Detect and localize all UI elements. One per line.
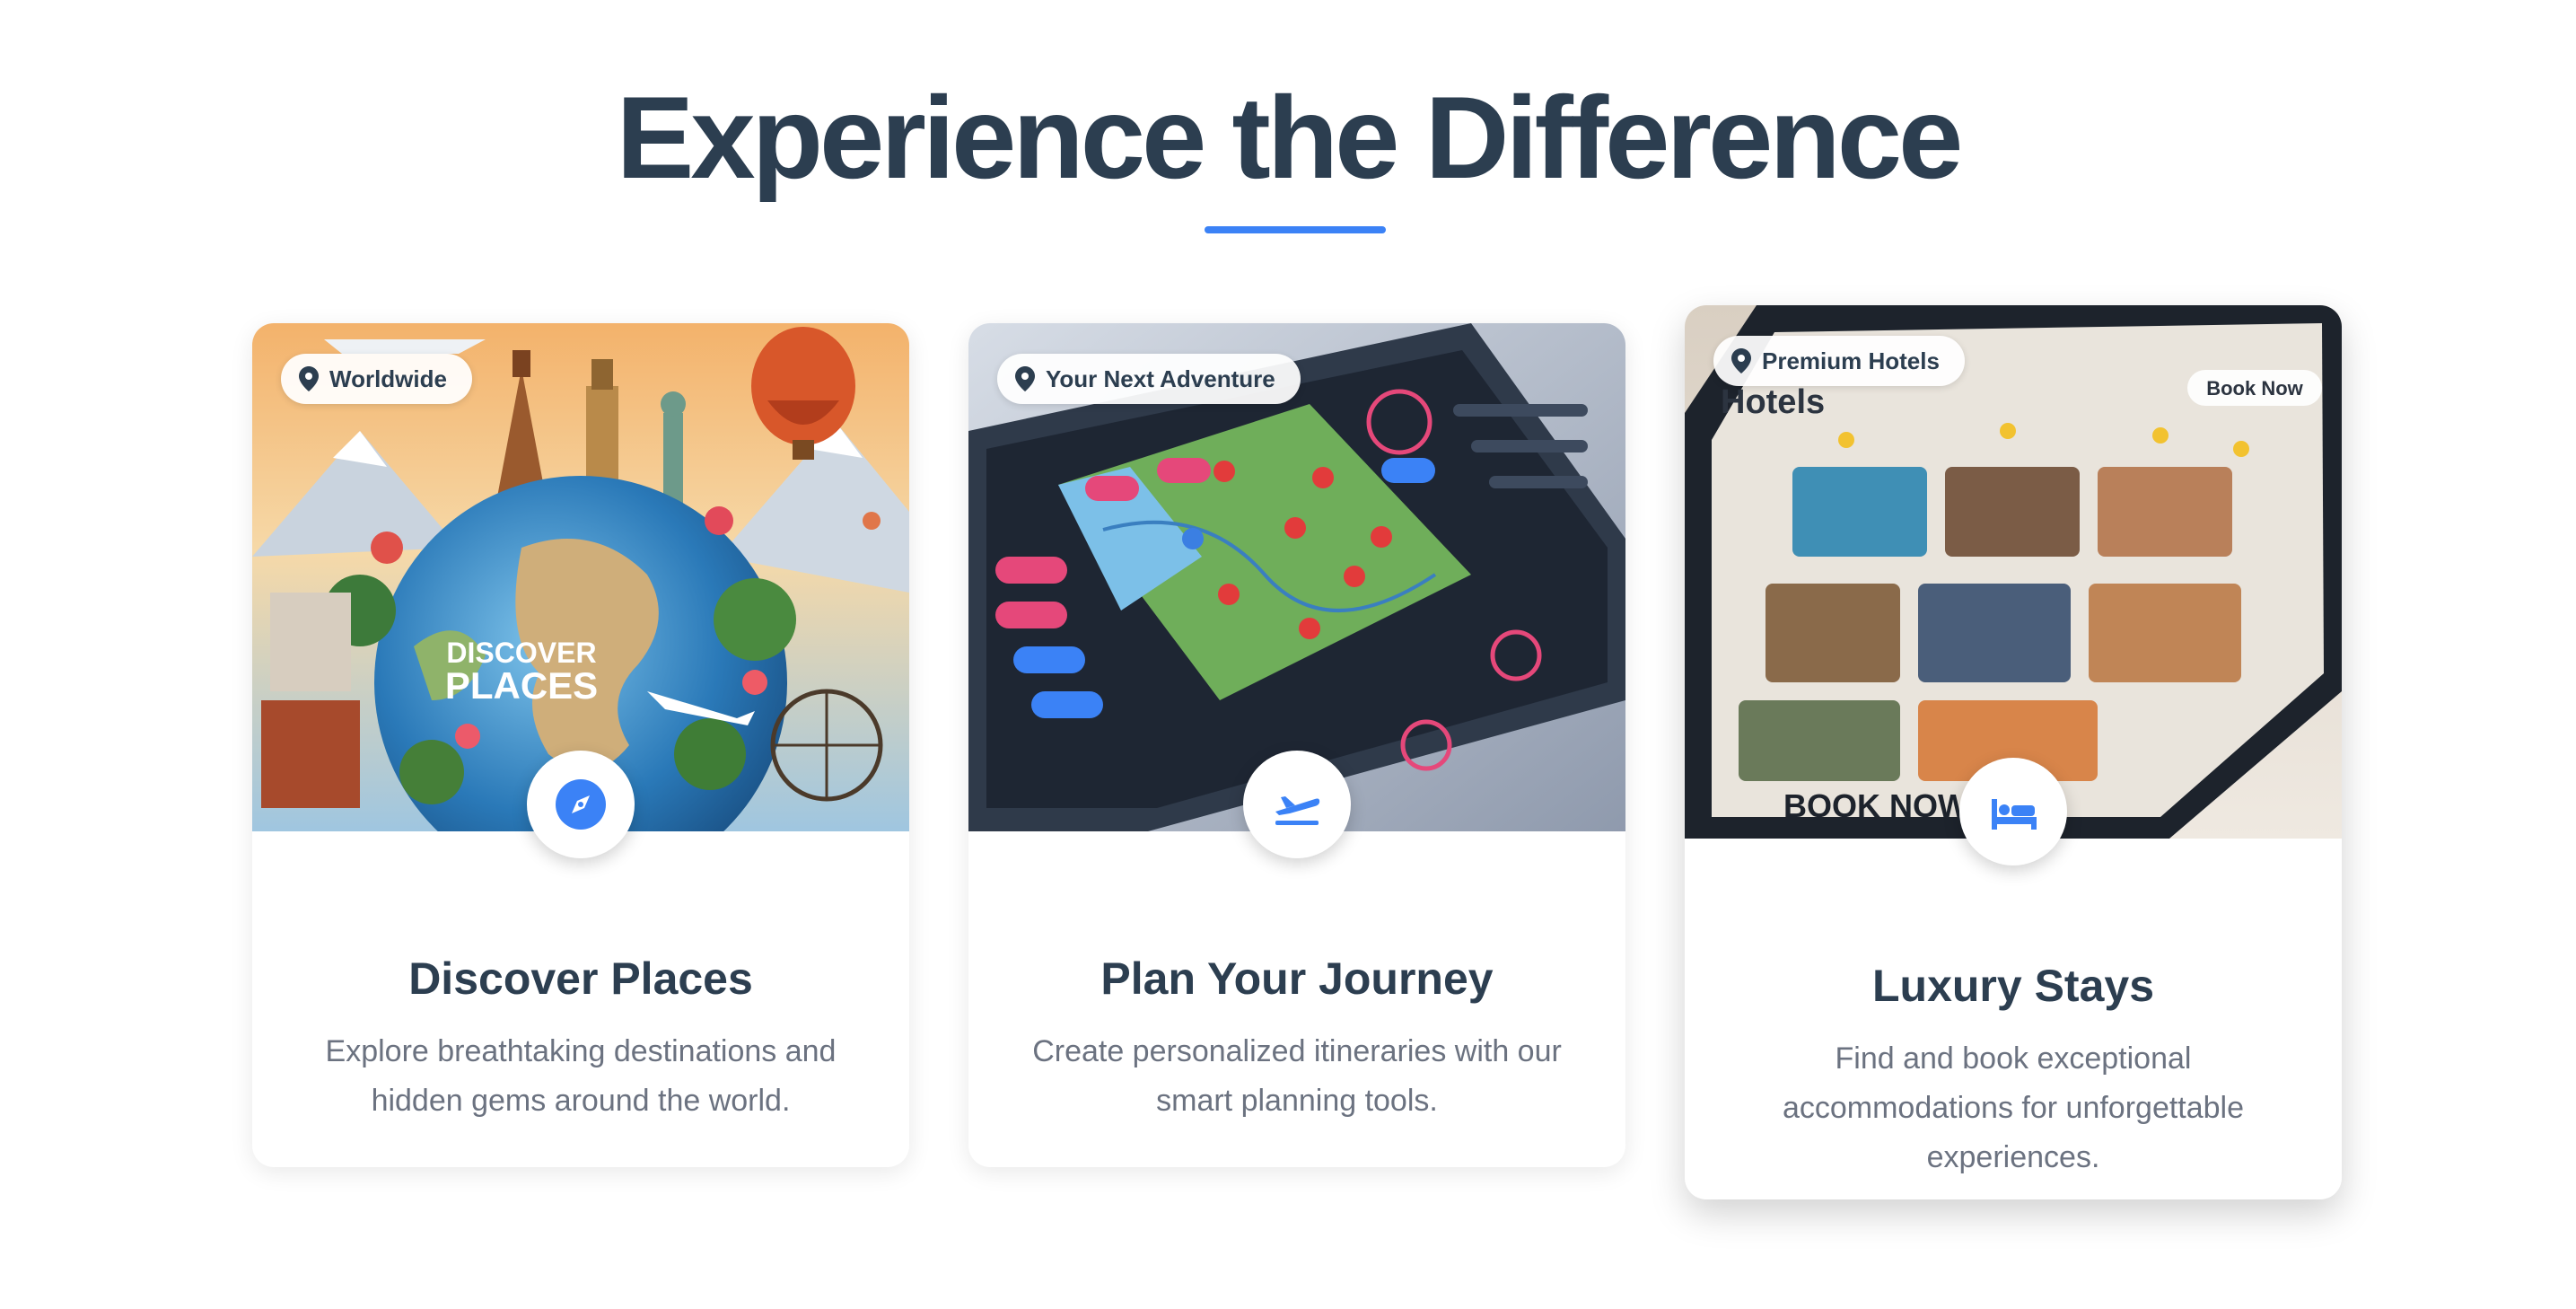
card-description: Explore breathtaking destinations and hi… — [325, 1034, 837, 1118]
location-badge: Premium Hotels — [1713, 336, 1965, 386]
section-title: Experience the Difference — [616, 72, 1964, 203]
card-description: Find and book exceptional accommodations… — [1782, 1041, 2245, 1174]
image-headline-line2: PLACES — [445, 664, 598, 707]
compass-icon-button — [527, 751, 635, 858]
airplane-icon-button — [1243, 751, 1351, 858]
card-title: Discover Places — [408, 953, 753, 1004]
location-badge: Your Next Adventure — [997, 354, 1301, 404]
compass-icon — [556, 779, 606, 830]
card-luxury-stays[interactable]: Hotels Book Now BOOK NOW Premium Hotels … — [1685, 305, 2342, 1199]
bed-icon — [1992, 799, 2037, 830]
image-text-hotels: Hotels — [1721, 383, 1825, 421]
badge-label: Worldwide — [329, 365, 447, 392]
map-pin-icon — [1015, 366, 1035, 391]
badge-label: Your Next Adventure — [1046, 365, 1275, 392]
card-title: Luxury Stays — [1871, 961, 2154, 1011]
bed-icon-button — [1959, 758, 2067, 865]
card-discover-places[interactable]: DISCOVER PLACES Worldwide Discover Place… — [252, 323, 909, 1167]
location-badge: Worldwide — [281, 354, 472, 404]
map-pin-icon — [1731, 348, 1751, 373]
image-text-book-now-footer: BOOK NOW — [1783, 787, 1968, 824]
badge-label: Premium Hotels — [1762, 347, 1940, 374]
title-underline — [1205, 226, 1386, 233]
card-plan-your-journey[interactable]: Your Next Adventure Plan Your Journey Cr… — [968, 323, 1625, 1167]
airplane-departure-icon — [1275, 796, 1320, 825]
card-title: Plan Your Journey — [1100, 953, 1494, 1004]
image-text-book-now: Book Now — [2206, 377, 2303, 400]
card-description: Create personalized itineraries with our… — [1032, 1034, 1562, 1118]
map-pin-icon — [299, 366, 319, 391]
